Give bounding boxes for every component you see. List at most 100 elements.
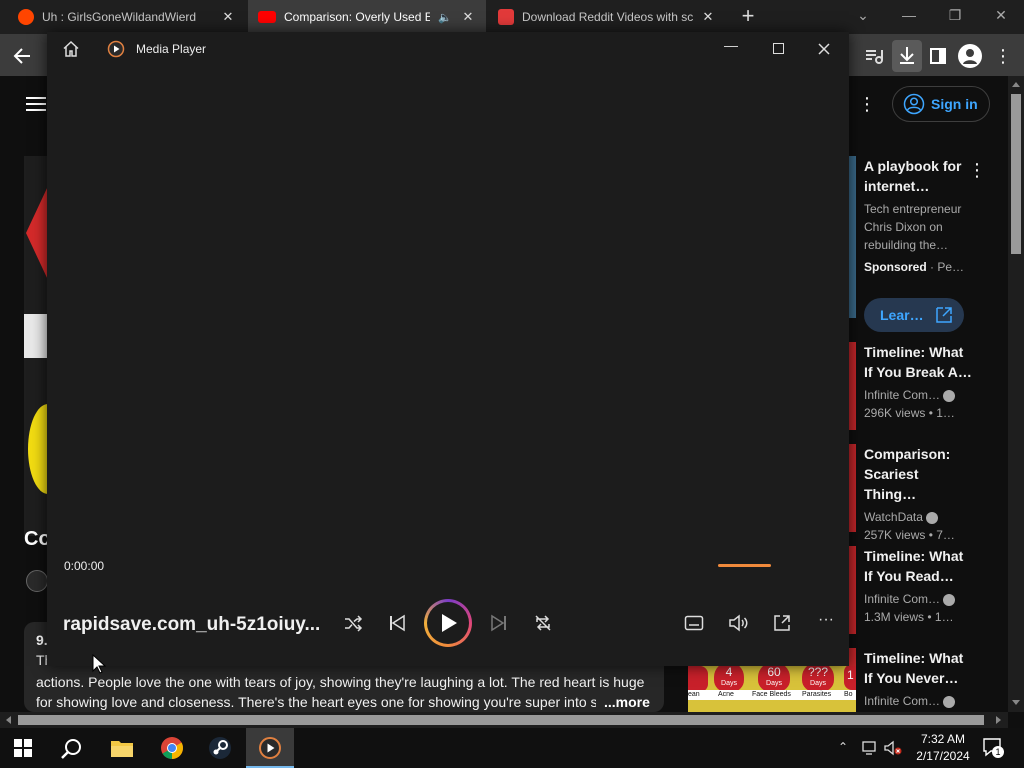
- kebab-menu-icon[interactable]: ⋮: [994, 44, 1012, 68]
- side-panel-icon[interactable]: [926, 44, 950, 68]
- thumb-unit: Days: [810, 680, 826, 687]
- thumbnail-edge: [848, 546, 856, 634]
- subtitles-icon[interactable]: [684, 614, 704, 632]
- show-more-link[interactable]: ...more: [604, 694, 650, 710]
- chevron-down-icon[interactable]: ⌄: [840, 0, 886, 34]
- restore-icon[interactable]: ❐: [932, 0, 978, 34]
- scroll-down-icon[interactable]: [1012, 700, 1020, 705]
- thumb-count: 4: [725, 666, 733, 679]
- repeat-icon[interactable]: [533, 613, 553, 633]
- tab-rapidsave[interactable]: Download Reddit Videos with sc ✕: [488, 0, 726, 34]
- ad-thumbnail-edge: [848, 156, 856, 318]
- recommendation-item[interactable]: Timeline: What If You Read… Infinite Com…: [864, 546, 974, 626]
- scrollbar-thumb[interactable]: [1011, 94, 1021, 254]
- sign-in-label: Sign in: [931, 96, 978, 112]
- ad-options-icon[interactable]: ⋮: [968, 160, 986, 181]
- more-options-icon[interactable]: ···: [816, 612, 836, 632]
- notification-badge: 1: [992, 746, 1004, 758]
- search-icon[interactable]: [60, 737, 84, 761]
- vertical-scrollbar[interactable]: [1008, 76, 1024, 712]
- browser-tab-strip: Uh : GirlsGoneWildandWierd ✕ Comparison:…: [0, 0, 1024, 34]
- video-thumbnail-fragment: [24, 314, 48, 358]
- scroll-up-icon[interactable]: [1012, 82, 1020, 87]
- recommendation-title: Timeline: What If You Never…: [864, 650, 964, 686]
- notification-center-button[interactable]: 1: [982, 737, 1004, 758]
- speaker-muted-icon[interactable]: [884, 740, 902, 756]
- file-explorer-icon[interactable]: [110, 738, 134, 758]
- mouse-cursor-icon: [92, 654, 106, 674]
- recommendation-title: Comparison: Scariest Thing…: [864, 446, 951, 502]
- home-icon[interactable]: [62, 40, 80, 58]
- recommendation-title: Timeline: What If You Break A…: [864, 344, 972, 380]
- steam-icon[interactable]: [208, 736, 232, 760]
- description-line: actions. People love the one with tears …: [36, 674, 645, 690]
- video-canvas[interactable]: [47, 66, 849, 546]
- minimize-icon[interactable]: —: [886, 0, 932, 34]
- seek-bar[interactable]: [718, 564, 771, 567]
- thumb-caption: Bo: [844, 691, 853, 698]
- close-icon[interactable]: ✕: [978, 0, 1024, 34]
- youtube-icon: [258, 11, 276, 23]
- taskbar-media-player[interactable]: [246, 728, 294, 768]
- upload-age: 1…: [934, 610, 954, 624]
- next-track-icon[interactable]: [489, 613, 509, 633]
- tab-title: Uh : GirlsGoneWildandWierd: [42, 10, 197, 24]
- scrollbar-thumb[interactable]: [18, 715, 984, 725]
- verified-icon: [943, 593, 956, 606]
- chrome-icon[interactable]: [160, 736, 184, 760]
- recommendation-item[interactable]: Comparison: Scariest Thing… WatchData 25…: [864, 444, 974, 544]
- thumb-count: 1: [844, 666, 856, 690]
- clock-time: 7:32 AM: [920, 732, 966, 746]
- back-arrow-icon[interactable]: [10, 44, 34, 68]
- close-tab-icon[interactable]: ✕: [220, 9, 236, 25]
- channel-name: WatchData: [864, 510, 923, 524]
- play-button[interactable]: [424, 599, 472, 647]
- thumb-caption: ean: [688, 691, 700, 698]
- windows-start-icon[interactable]: [14, 739, 32, 757]
- profile-avatar-icon[interactable]: [958, 44, 982, 68]
- download-button[interactable]: [892, 40, 922, 72]
- thumb-caption: Face Bleeds: [752, 691, 791, 698]
- speaker-icon[interactable]: 🔈: [438, 11, 452, 24]
- more-options-icon[interactable]: ⋮: [858, 94, 876, 116]
- hamburger-menu-icon[interactable]: [26, 96, 46, 112]
- thumb-caption: Parasites: [802, 691, 832, 698]
- sign-in-button[interactable]: Sign in: [892, 86, 990, 122]
- download-icon: [900, 47, 914, 64]
- close-tab-icon[interactable]: ✕: [700, 9, 716, 25]
- scroll-left-icon[interactable]: [6, 716, 11, 724]
- ad-cta-label: Lear…: [880, 307, 924, 323]
- media-control-icon[interactable]: [862, 44, 886, 68]
- thumbnail-edge: [848, 444, 856, 532]
- view-count: 9.: [36, 632, 48, 648]
- scroll-right-icon[interactable]: [996, 716, 1001, 724]
- clock[interactable]: 7:32 AM 2/17/2024: [904, 731, 982, 765]
- rapidsave-icon: [498, 9, 514, 25]
- mini-player-icon[interactable]: [772, 613, 792, 633]
- close-icon[interactable]: [817, 42, 831, 56]
- tab-reddit[interactable]: Uh : GirlsGoneWildandWierd ✕: [0, 0, 246, 34]
- channel-avatar[interactable]: [26, 570, 48, 592]
- channel-name: Infinite Com…: [864, 388, 941, 402]
- network-icon[interactable]: [862, 740, 880, 756]
- close-tab-icon[interactable]: ✕: [460, 9, 476, 25]
- horizontal-scrollbar[interactable]: [0, 712, 1008, 728]
- previous-track-icon[interactable]: [387, 613, 407, 633]
- maximize-icon[interactable]: [773, 43, 784, 54]
- media-player-logo-icon: [259, 737, 281, 759]
- recommendation-item[interactable]: Timeline: What If You Never… Infinite Co…: [864, 648, 974, 710]
- tab-youtube[interactable]: Comparison: Overly Used Er 🔈 ✕: [248, 0, 486, 34]
- sidebar-ad[interactable]: A playbook for internet… Tech entreprene…: [864, 156, 974, 274]
- new-tab-button[interactable]: +: [736, 4, 760, 30]
- recommendation-item[interactable]: Timeline: What If You Break A… Infinite …: [864, 342, 974, 422]
- chevron-up-icon[interactable]: ⌃: [838, 740, 852, 754]
- shuffle-icon[interactable]: [343, 613, 363, 633]
- video-thumbnail-strip[interactable]: 4 Days 60 Days ??? Days 1 ean Acne Face …: [688, 666, 856, 712]
- verified-icon: [943, 389, 956, 402]
- volume-icon[interactable]: [728, 613, 748, 633]
- ad-cta-button[interactable]: Lear…: [864, 298, 964, 332]
- upload-age: 1…: [936, 406, 955, 420]
- ad-description: Tech entrepreneur Chris Dixon on rebuild…: [864, 202, 962, 252]
- minimize-icon[interactable]: —: [719, 37, 743, 59]
- upload-age: 7…: [936, 528, 955, 542]
